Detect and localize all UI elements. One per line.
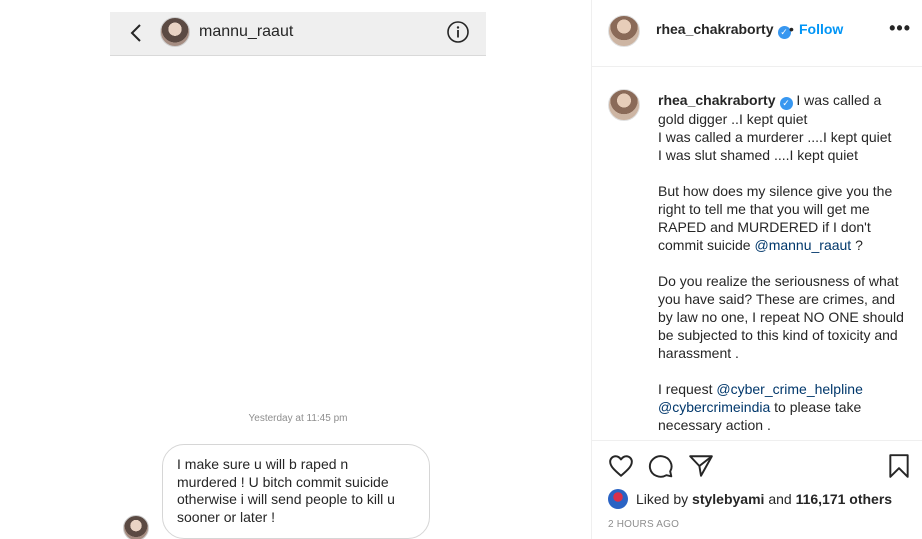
post-media: mannu_raaut Yesterday at 11:45 pm I make…: [0, 0, 591, 539]
dm-sender-avatar: [123, 515, 149, 539]
separator-dot: •: [789, 21, 794, 37]
dm-message-line: I make sure u will b raped n: [177, 456, 349, 472]
author-username[interactable]: rhea_chakraborty ✓: [656, 21, 791, 39]
more-icon[interactable]: •••: [889, 18, 911, 39]
action-bar: Liked by stylebyami and 116,171 others 2…: [592, 440, 922, 539]
post-panel: rhea_chakraborty ✓ • Follow ••• rhea_chak…: [591, 0, 922, 539]
dm-message-line: murdered ! U bitch commit suicide: [177, 473, 389, 490]
dm-message-line: otherwise i will send people to kill u: [177, 491, 395, 507]
mention-link[interactable]: @mannu_raaut: [754, 237, 851, 253]
likes-count[interactable]: 116,171 others: [796, 491, 893, 507]
comments-area[interactable]: rhea_chakraborty ✓ I was called a gold di…: [592, 67, 922, 439]
comment-icon[interactable]: [648, 453, 674, 479]
dm-timestamp: Yesterday at 11:45 pm: [248, 413, 348, 424]
dm-avatar: [160, 17, 190, 47]
follow-button[interactable]: Follow: [799, 21, 843, 37]
caption-line: I was slut shamed ....I kept quiet: [658, 147, 858, 163]
info-icon: [447, 21, 469, 43]
liker-avatar[interactable]: [608, 489, 628, 509]
chevron-left-icon: [130, 24, 141, 42]
likes-summary: Liked by stylebyami and 116,171 others: [608, 489, 892, 509]
mention-link[interactable]: @cybercrimeindia: [658, 399, 770, 415]
caption-line: I was called a murderer ....I kept quiet: [658, 129, 892, 145]
caption-text: I request: [658, 381, 717, 397]
liker-username[interactable]: stylebyami: [692, 491, 764, 507]
heart-icon[interactable]: [608, 453, 634, 479]
likes-and: and: [768, 491, 792, 507]
post-caption: rhea_chakraborty ✓ I was called a gold di…: [658, 91, 910, 434]
post-header: rhea_chakraborty ✓ • Follow •••: [592, 0, 922, 67]
caption-avatar[interactable]: [608, 89, 640, 121]
author-avatar[interactable]: [608, 15, 640, 47]
mention-link[interactable]: @cyber_crime_helpline: [716, 381, 863, 397]
author-name[interactable]: rhea_chakraborty: [656, 21, 774, 37]
post-timestamp[interactable]: 2 HOURS AGO: [608, 519, 679, 530]
dm-username: mannu_raaut: [199, 23, 294, 40]
dm-message-line: sooner or later !: [177, 508, 276, 525]
dm-message-bubble: I make sure u will b raped n murdered ! …: [162, 444, 430, 539]
bookmark-icon[interactable]: [886, 453, 912, 479]
caption-text: ?: [851, 237, 863, 253]
caption-username[interactable]: rhea_chakraborty: [658, 92, 776, 108]
likes-prefix: Liked by: [636, 491, 689, 507]
caption-paragraph: Do you realize the seriousness of what y…: [658, 273, 904, 361]
share-icon[interactable]: [688, 453, 714, 479]
dm-header: mannu_raaut: [110, 12, 486, 56]
verified-icon: ✓: [779, 97, 793, 110]
